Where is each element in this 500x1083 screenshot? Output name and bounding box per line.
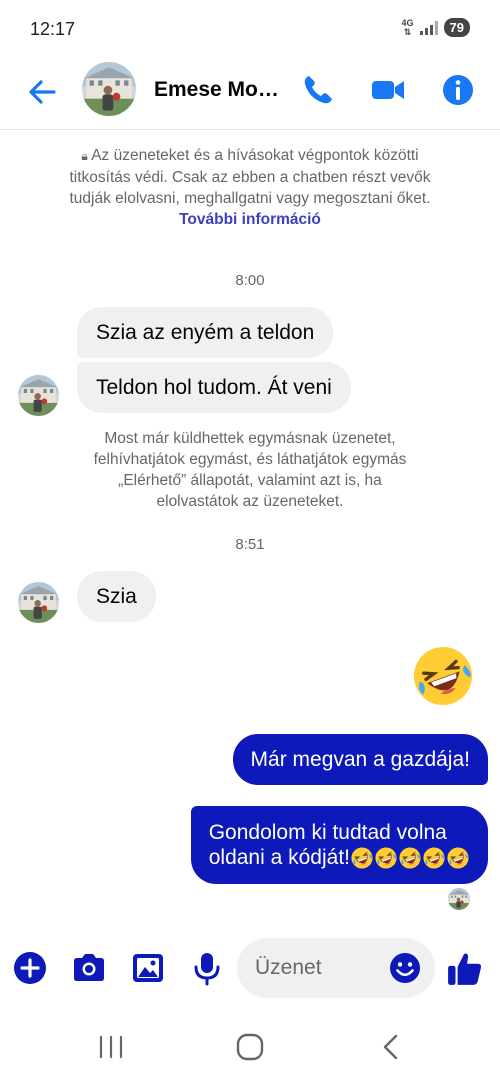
laughing-emoji-icon xyxy=(422,846,446,870)
more-info-link[interactable]: További információ xyxy=(179,211,321,228)
incoming-message[interactable]: Szia xyxy=(77,571,156,622)
connection-notice: Most már küldhettek egymásnak üzenetet, … xyxy=(93,430,407,510)
timestamp: 8:00 xyxy=(235,272,265,289)
status-indicators: 4G ⇅ 79 xyxy=(402,18,470,37)
timestamp: 8:51 xyxy=(235,536,265,553)
laughing-emoji-icon xyxy=(374,846,398,870)
message-list[interactable]: 🔒︎ Az üzeneteket és a hívásokat végponto… xyxy=(0,130,500,930)
encryption-notice: 🔒︎ Az üzeneteket és a hívásokat végponto… xyxy=(69,147,431,228)
sender-avatar[interactable] xyxy=(18,375,59,416)
signal-icon xyxy=(419,20,438,35)
laughing-emoji-icon xyxy=(446,846,470,870)
system-nav-bar xyxy=(0,1008,500,1083)
message-input[interactable] xyxy=(255,950,385,986)
gallery-icon[interactable] xyxy=(130,950,166,986)
battery-badge: 79 xyxy=(443,18,470,37)
incoming-message[interactable]: Szia az enyém a teldon xyxy=(77,307,334,358)
message-line: Gondolom ki tudtad volna xyxy=(208,821,447,844)
contact-avatar[interactable] xyxy=(82,62,136,116)
chat-header: Emese Mo… xyxy=(0,56,500,130)
back-icon[interactable] xyxy=(376,1032,406,1062)
contact-name[interactable]: Emese Mo… xyxy=(154,78,284,102)
outgoing-message[interactable]: Már megvan a gazdája! xyxy=(232,734,488,785)
microphone-icon[interactable] xyxy=(189,950,225,986)
thumbs-up-icon[interactable] xyxy=(446,950,484,988)
laughing-emoji-icon xyxy=(350,846,374,870)
recent-apps-icon[interactable] xyxy=(96,1032,126,1062)
seen-receipt-avatar xyxy=(448,888,470,910)
incoming-message[interactable]: Teldon hol tudom. Át veni xyxy=(77,362,351,413)
info-icon[interactable] xyxy=(440,72,476,108)
plus-icon[interactable] xyxy=(12,950,48,986)
sender-avatar[interactable] xyxy=(18,582,59,623)
data-arrows-icon: ⇅ xyxy=(403,26,412,37)
outgoing-message[interactable]: Gondolom ki tudtad volna oldani a kódját… xyxy=(190,806,488,884)
home-icon[interactable] xyxy=(235,1032,265,1062)
message-input-box[interactable] xyxy=(237,938,435,998)
video-camera-icon[interactable] xyxy=(370,72,406,108)
smile-icon[interactable] xyxy=(389,952,421,984)
status-time: 12:17 xyxy=(30,19,76,39)
camera-icon[interactable] xyxy=(71,950,107,986)
back-arrow-icon[interactable] xyxy=(24,74,60,110)
lock-icon: 🔒︎ xyxy=(81,149,88,163)
laughing-emoji-message[interactable] xyxy=(410,643,476,709)
network-indicator: 4G ⇅ xyxy=(401,17,414,37)
laughing-emoji-icon xyxy=(398,846,422,870)
message-composer xyxy=(0,930,500,1008)
phone-icon[interactable] xyxy=(300,72,336,108)
status-bar: 12:17 4G ⇅ 79 xyxy=(0,0,500,56)
message-line: oldani a kódját! xyxy=(209,845,470,870)
